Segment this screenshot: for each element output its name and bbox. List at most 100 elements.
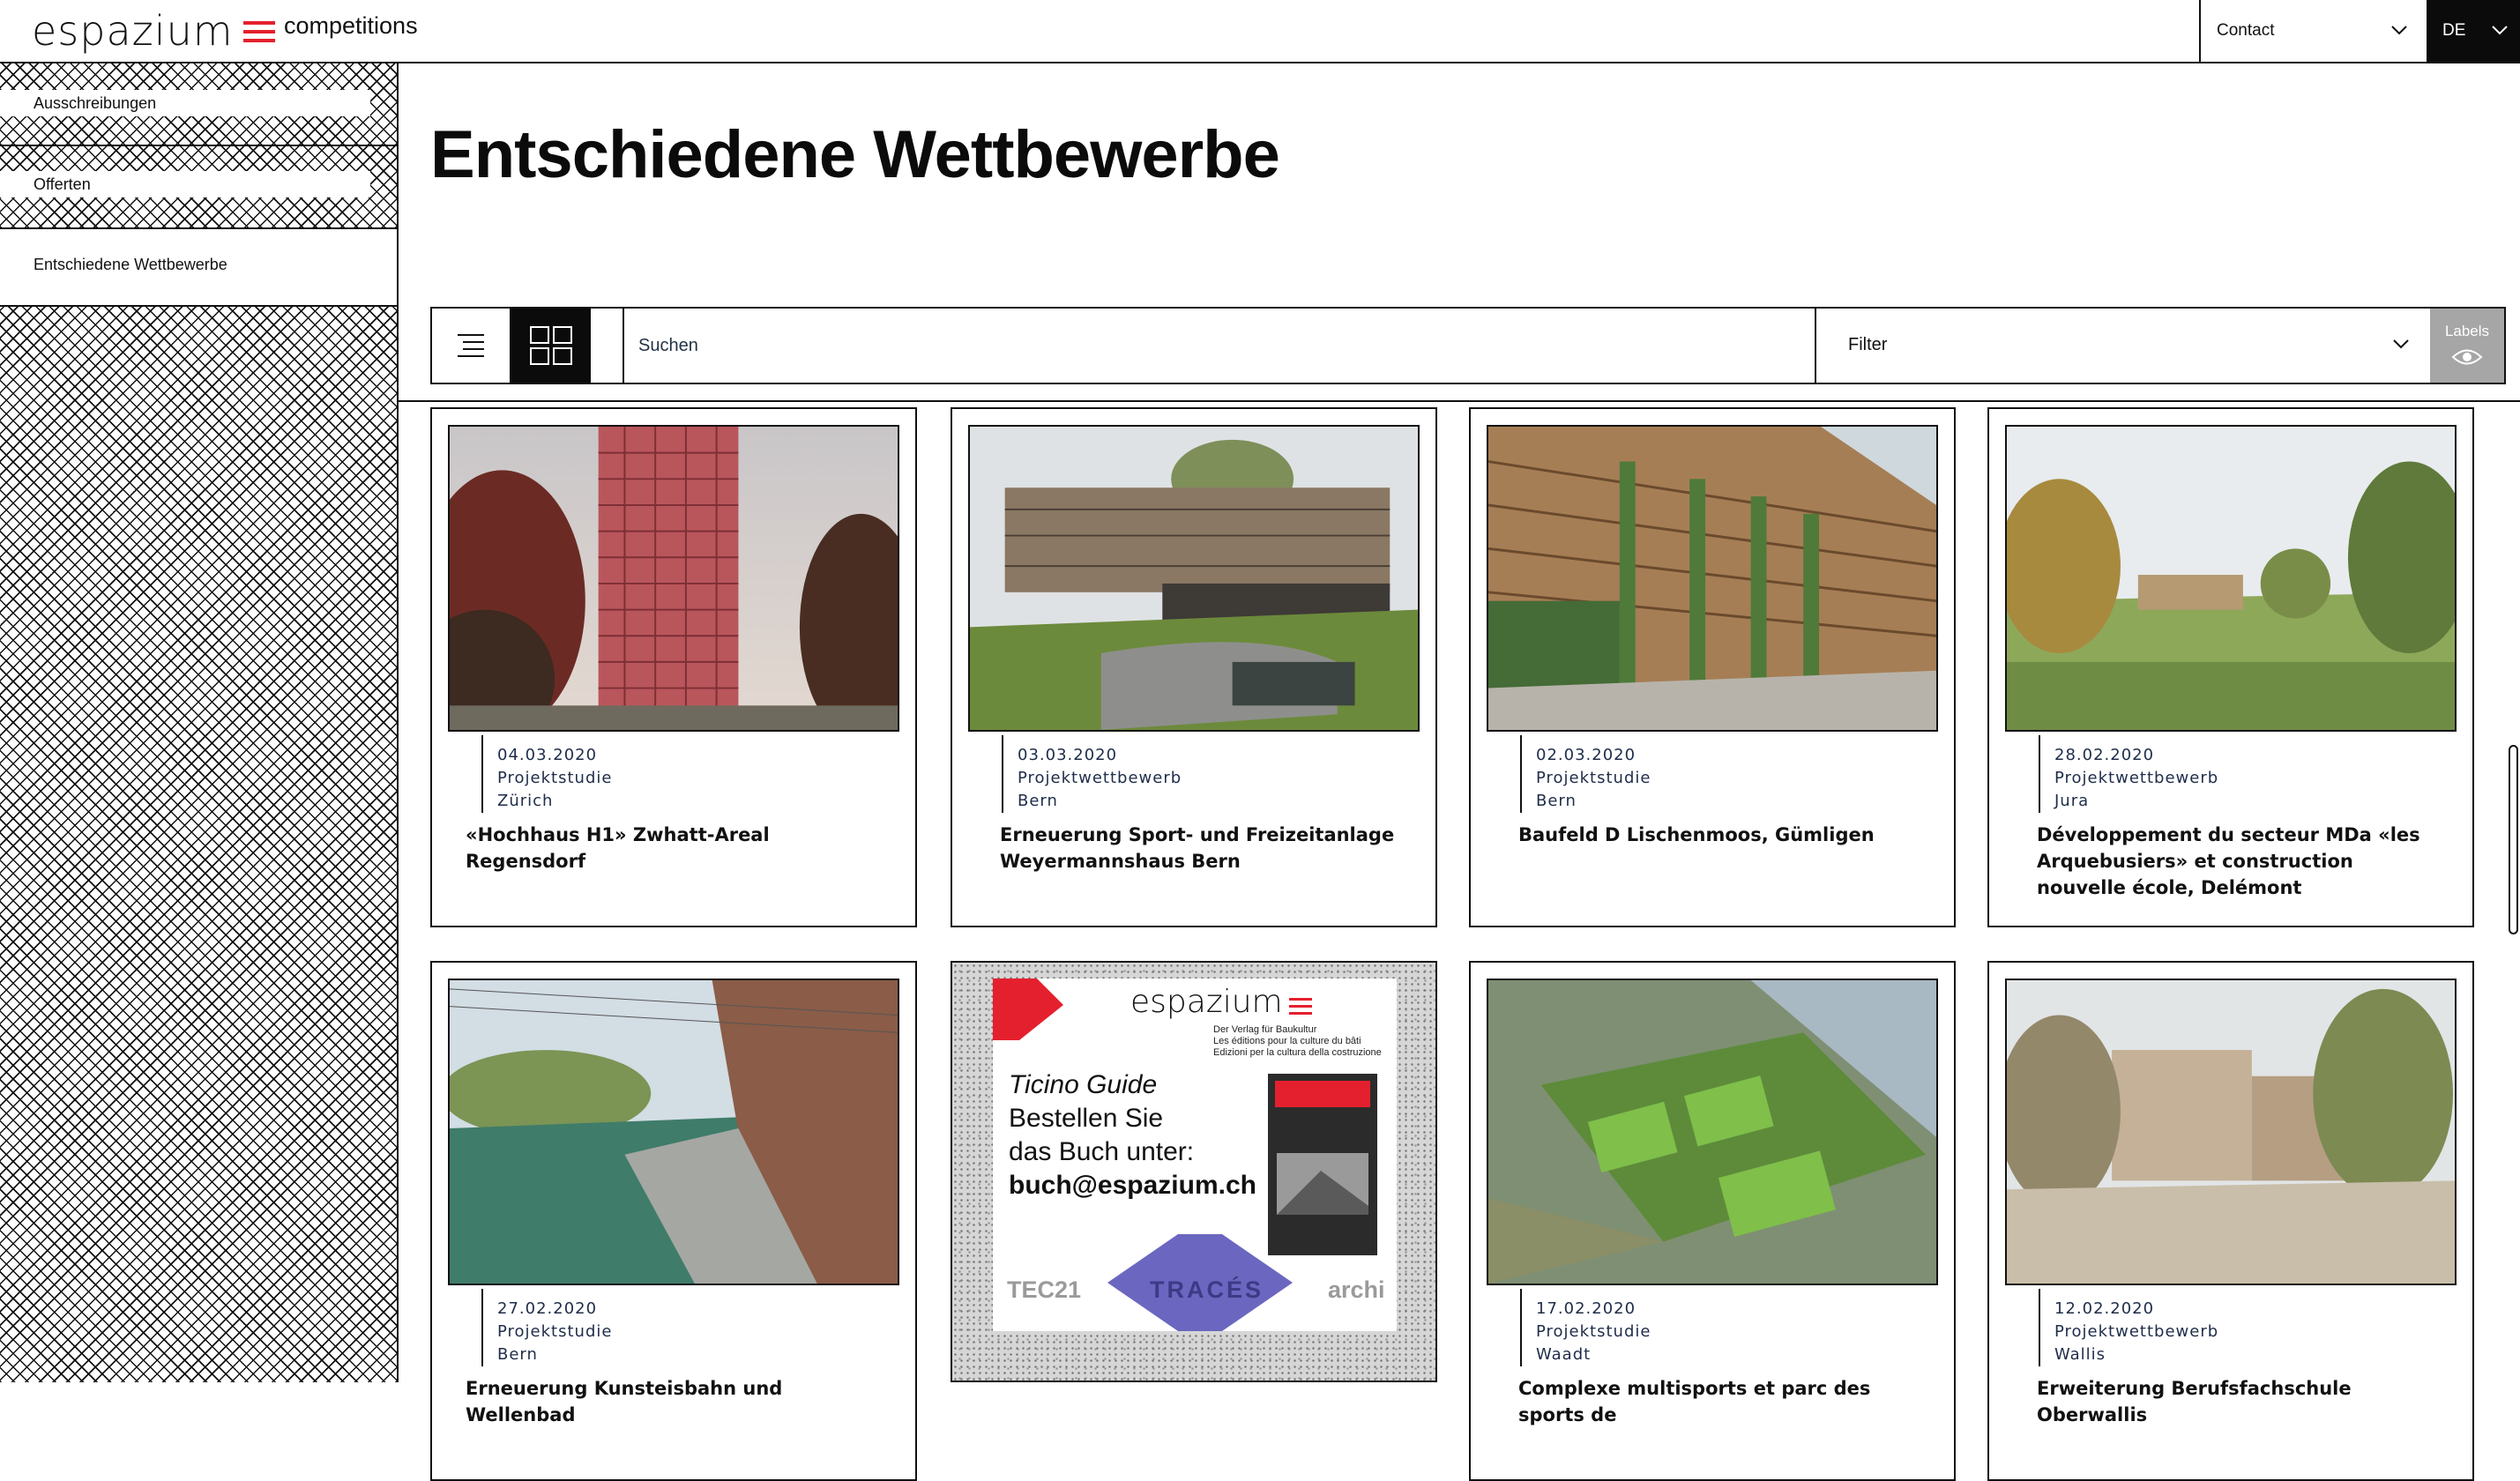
card-date: 27.02.2020 [497,1299,598,1318]
ad-panel: espazium Der Verlag für Baukultur Les éd… [993,979,1397,1331]
toolbar: Filter Labels [430,307,2506,384]
sidebar-block-ausschreibungen: Ausschreibungen [0,63,397,146]
scrollbar-thumb[interactable] [2509,745,2518,934]
chevron-down-icon [2492,26,2508,35]
toolbar-divider [399,400,2520,402]
card-meta: 17.02.2020 Projektstudie Waadt [1520,1289,1651,1366]
traces-diamond-icon [1107,1234,1293,1331]
advertisement[interactable]: espazium Der Verlag für Baukultur Les éd… [951,961,1437,1382]
sidebar: Ausschreibungen Offerten Entschiedene We… [0,63,399,1382]
card-image [968,425,1420,732]
sidebar-item-offerten[interactable]: Offerten [0,171,370,197]
labels-toggle[interactable]: Labels [2430,309,2504,383]
card-meta: 02.03.2020 Projektstudie Bern [1520,735,1651,813]
card-place: Wallis [2054,1345,2106,1364]
card-date: 04.03.2020 [497,746,598,764]
page-title: Entschiedene Wettbewerbe [430,117,1280,192]
card-image [448,979,899,1285]
labels-label: Labels [2444,323,2490,339]
card-title[interactable]: «Hochhaus H1» Zwhatt-Areal Regensdorf [466,822,871,874]
ad-email[interactable]: buch@espazium.ch [1009,1169,1256,1202]
card-place: Bern [1536,792,1577,810]
card-meta: 04.03.2020 Projektstudie Zürich [481,735,612,813]
competition-card[interactable]: 04.03.2020 Projektstudie Zürich «Hochhau… [430,407,917,927]
ad-foot-traces: TRACÉS [1150,1276,1264,1303]
card-title[interactable]: Erneuerung Sport- und Freizeitanlage Wey… [1000,822,1405,874]
card-title[interactable]: Erweiterung Berufsfachschule Oberwallis [2037,1375,2442,1428]
ad-line: Bestellen Sie [1009,1104,1164,1133]
card-image [448,425,899,732]
ad-line: Ticino Guide [1009,1070,1158,1099]
sidebar-item-ausschreibungen[interactable]: Ausschreibungen [0,90,370,116]
card-type: Projektstudie [1536,1322,1651,1341]
chevron-down-icon [2391,26,2407,35]
eye-icon [2451,349,2483,365]
card-meta: 27.02.2020 Projektstudie Bern [481,1289,612,1366]
search-input[interactable] [623,309,1804,383]
grid-view-button[interactable] [511,309,591,383]
card-type: Projektstudie [497,1322,613,1341]
card-image [1487,425,1938,732]
card-date: 17.02.2020 [1536,1299,1637,1318]
ad-line: das Buch unter: [1009,1137,1195,1166]
competition-card[interactable]: 28.02.2020 Projektwettbewerb Jura Dévelo… [1987,407,2474,927]
card-place: Bern [1018,792,1058,810]
filter-label: Filter [1848,335,1888,354]
card-place: Jura [2054,792,2090,810]
sidebar-block-offerten: Offerten [0,146,397,229]
ad-foot-tec21: TEC21 [1007,1276,1082,1303]
ad-tagline: Der Verlag für Baukultur [1213,1024,1317,1035]
competition-card[interactable]: 03.03.2020 Projektwettbewerb Bern Erneue… [951,407,1437,927]
chevron-down-icon [2393,339,2409,349]
card-image [2005,979,2457,1285]
card-type: Projektstudie [497,769,613,787]
competition-card[interactable]: 02.03.2020 Projektstudie Bern Baufeld D … [1469,407,1956,927]
card-place: Bern [497,1345,538,1364]
competition-card[interactable]: 27.02.2020 Projektstudie Bern Erneuerung… [430,961,917,1481]
card-title[interactable]: Baufeld D Lischenmoos, Gümligen [1518,822,1924,848]
card-image [1487,979,1938,1285]
card-title[interactable]: Complexe multisports et parc des sports … [1518,1375,1924,1428]
ad-taglines: Der Verlag für Baukultur Les éditions po… [1213,1024,1382,1059]
card-date: 28.02.2020 [2054,746,2155,764]
card-place: Waadt [1536,1345,1592,1364]
ad-brand: espazium [1130,984,1283,1020]
card-title[interactable]: Erneuerung Kunsteisbahn und Wellenbad [466,1375,871,1428]
logo-suffix[interactable]: competitions [284,12,418,40]
ad-foot-archi: archi [1328,1276,1385,1303]
card-date: 02.03.2020 [1536,746,1637,764]
competition-card[interactable]: 17.02.2020 Projektstudie Waadt Complexe … [1469,961,1956,1481]
card-type: Projektwettbewerb [2054,769,2219,787]
competition-card[interactable]: 12.02.2020 Projektwettbewerb Wallis Erwe… [1987,961,2474,1481]
logo-text[interactable]: espazium [32,7,234,55]
sidebar-item-label: Entschiedene Wettbewerbe [34,256,227,273]
grid-icon [530,326,572,365]
red-corner-icon [993,979,1063,1040]
card-meta: 12.02.2020 Projektwettbewerb Wallis [2039,1289,2218,1366]
card-place: Zürich [497,792,554,810]
sidebar-pattern [0,307,397,1382]
card-type: Projektwettbewerb [2054,1322,2219,1341]
card-type: Projektstudie [1536,769,1651,787]
sidebar-item-entschiedene[interactable]: Entschiedene Wettbewerbe [0,229,397,307]
language-label: DE [2442,21,2466,40]
contact-label: Contact [2217,21,2275,40]
list-icon [458,334,484,357]
ad-text: Ticino Guide Bestellen Sie das Buch unte… [1009,1068,1256,1202]
card-title[interactable]: Développement du secteur MDa «les Arqueb… [2037,822,2442,901]
card-date: 03.03.2020 [1018,746,1118,764]
list-view-button[interactable] [432,309,511,383]
card-type: Projektwettbewerb [1018,769,1182,787]
logo-bars-icon [243,21,275,42]
filter-dropdown[interactable]: Filter [1815,309,2432,383]
language-dropdown[interactable]: DE [2427,0,2520,62]
card-date: 12.02.2020 [2054,1299,2155,1318]
card-image [2005,425,2457,732]
contact-dropdown[interactable]: Contact [2199,0,2427,62]
card-meta: 03.03.2020 Projektwettbewerb Bern [1002,735,1182,813]
logo-bars-icon [1289,998,1312,1015]
top-bar: espazium competitions Contact DE [0,0,2520,63]
card-meta: 28.02.2020 Projektwettbewerb Jura [2039,735,2218,813]
ad-tagline: Les éditions pour la culture du bâti [1213,1036,1361,1046]
ad-tagline: Edizioni per la cultura della costruzion… [1213,1047,1382,1058]
